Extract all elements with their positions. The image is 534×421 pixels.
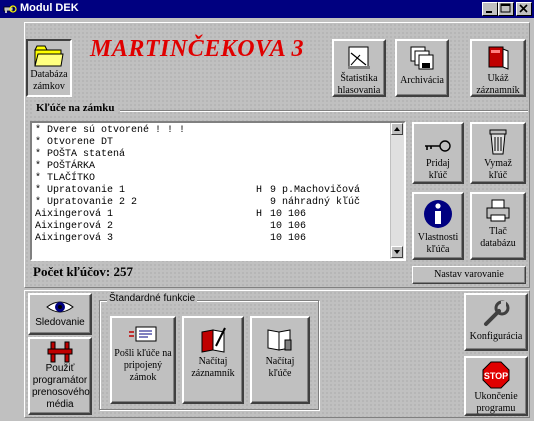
arrow-down-icon — [394, 250, 400, 254]
add-key-button[interactable]: Pridaj kľúč — [412, 122, 464, 184]
stop-sign-text: STOP — [484, 371, 508, 381]
section-divider — [120, 110, 528, 112]
building-title: MARTINČEKOVA 3 — [90, 36, 304, 62]
maximize-button[interactable] — [498, 2, 514, 16]
book-pencil-icon — [201, 327, 226, 353]
use-programmer-button[interactable]: Použiť programátor prenosového média — [28, 337, 92, 415]
load-log-label: Načítaj záznamník — [191, 356, 235, 379]
set-warning-button[interactable]: Nastav varovanie — [412, 266, 526, 284]
close-button[interactable] — [516, 2, 532, 16]
statistics-label: Štatistika hlasovania — [337, 73, 381, 96]
exit-program-button[interactable]: STOP Ukončenie programu — [464, 356, 528, 416]
maximize-icon — [500, 3, 511, 13]
show-log-label: Ukáž záznamník — [476, 73, 520, 96]
send-card-icon — [129, 326, 157, 342]
properties-button[interactable]: Vlastnosti kľúča — [412, 192, 464, 260]
list-item[interactable]: * POŠTA statená — [32, 149, 404, 161]
scroll-down-button[interactable] — [391, 246, 403, 258]
trash-icon — [489, 129, 507, 155]
send-keys-label: Pošli kľúče na pripojený zámok — [114, 348, 172, 383]
title-bar[interactable]: Modul DEK — [0, 0, 534, 18]
wrench-icon — [484, 300, 510, 326]
printer-icon — [486, 199, 510, 222]
minimize-icon — [486, 11, 492, 13]
book-icon — [488, 46, 509, 70]
configuration-button[interactable]: Konfigurácia — [464, 293, 528, 351]
add-key-label: Pridaj kľúč — [426, 158, 450, 181]
load-keys-button[interactable]: Načítaj kľúče — [250, 316, 310, 404]
key-count-label: Počet kľúčov: 257 — [33, 264, 133, 279]
archive-button[interactable]: Archivácia — [395, 39, 449, 97]
set-warning-label: Nastav varovanie — [434, 269, 504, 280]
vertical-scrollbar[interactable] — [390, 123, 404, 259]
list-item[interactable]: Aixingerová 2 10 106 — [32, 221, 404, 233]
folder-icon — [34, 45, 64, 67]
minimize-button[interactable] — [482, 2, 498, 16]
delete-key-label: Vymaž kľúč — [484, 158, 512, 181]
eye-icon — [46, 301, 74, 313]
exit-program-label: Ukončenie programu — [474, 391, 518, 414]
properties-label: Vlastnosti kľúča — [417, 232, 459, 255]
info-icon — [424, 200, 452, 228]
print-database-button[interactable]: Tlač databázu — [470, 192, 526, 260]
archive-icon — [410, 46, 434, 70]
arrow-up-icon — [394, 127, 400, 131]
show-log-button[interactable]: Ukáž záznamník — [470, 39, 526, 97]
stop-sign-icon: STOP — [482, 361, 510, 389]
database-button[interactable]: Databáza zámkov — [26, 39, 72, 97]
book-hand-icon — [267, 329, 292, 351]
list-item[interactable]: * Dvere sú otvorené ! ! ! — [32, 125, 404, 137]
archive-label: Archivácia — [400, 75, 444, 86]
app-icon — [3, 5, 17, 13]
list-item[interactable]: * Otvorene DT — [32, 137, 404, 149]
statistics-icon — [348, 46, 370, 69]
statistics-button[interactable]: Štatistika hlasovania — [332, 39, 386, 97]
scroll-up-button[interactable] — [391, 123, 403, 135]
keys-list: * Dvere sú otvorené ! ! ! * Otvorene DT … — [32, 123, 404, 245]
database-label: Databáza zámkov — [30, 69, 68, 92]
list-item[interactable]: Aixingerová 1 H 10 106 — [32, 209, 404, 221]
delete-key-button[interactable]: Vymaž kľúč — [470, 122, 526, 184]
monitoring-label: Sledovanie — [35, 317, 85, 328]
list-item[interactable]: * Upratovanie 1H9 p.Machovičová — [32, 185, 404, 197]
load-keys-label: Načítaj kľúče — [265, 356, 295, 379]
configuration-label: Konfigurácia — [469, 331, 523, 342]
print-database-label: Tlač databázu — [480, 226, 516, 249]
list-item[interactable]: * TLAČÍTKO — [32, 173, 404, 185]
standard-functions-caption: Štandardné funkcie — [107, 293, 198, 304]
send-keys-button[interactable]: Pošli kľúče na pripojený zámok — [110, 316, 176, 404]
load-log-button[interactable]: Načítaj záznamník — [182, 316, 244, 404]
programmer-icon — [47, 341, 73, 363]
window-title: Modul DEK — [20, 2, 79, 14]
use-programmer-label: Použiť programátor prenosového média — [32, 363, 90, 410]
close-icon — [519, 4, 528, 13]
key-icon — [425, 140, 451, 152]
list-item[interactable]: Aixingerová 3 10 106 — [32, 233, 404, 245]
keys-section-label: Kľúče na zámku — [34, 102, 117, 114]
list-item[interactable]: * POŠTÁRKA — [32, 161, 404, 173]
monitoring-button[interactable]: Sledovanie — [28, 293, 92, 335]
keys-listbox[interactable]: * Dvere sú otvorené ! ! ! * Otvorene DT … — [30, 121, 406, 261]
list-item[interactable]: * Upratovanie 2 29 náhradný kľúč — [32, 197, 404, 209]
